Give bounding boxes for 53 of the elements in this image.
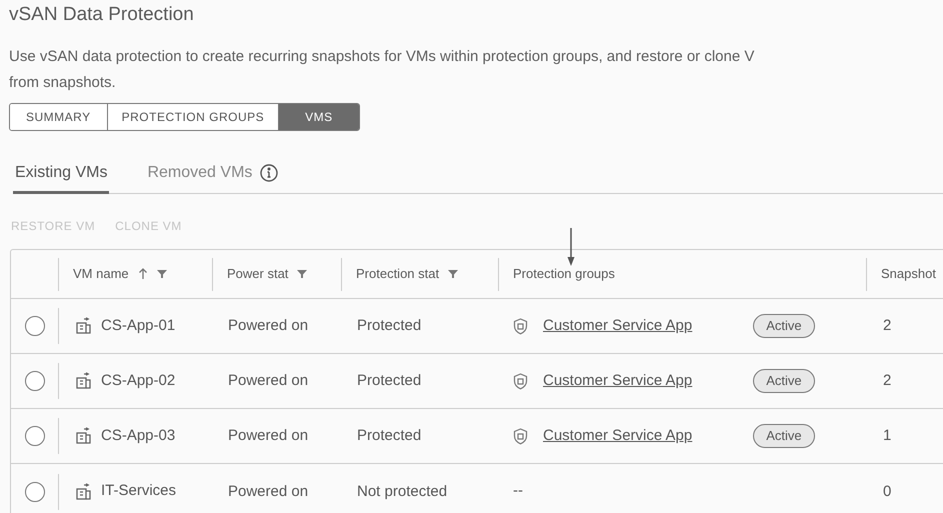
status-badge: Active	[753, 424, 815, 448]
description-text: from snapshots.	[9, 73, 117, 93]
snapshot-count: 2	[883, 372, 892, 389]
vm-icon	[75, 482, 93, 500]
shield-icon	[513, 372, 528, 390]
vm-icon	[75, 372, 93, 390]
status-badge: Active	[753, 314, 815, 338]
group-link[interactable]: Customer Service App	[543, 314, 692, 338]
group-link[interactable]: Customer Service App	[543, 370, 692, 392]
vm-name: IT-Services	[101, 481, 176, 502]
shield-icon	[513, 318, 528, 334]
protection-state: Protected	[357, 372, 422, 389]
column-header[interactable]: Protection groups	[513, 264, 615, 284]
vm-icon	[75, 427, 93, 445]
filter-icon[interactable]	[297, 269, 308, 279]
snapshot-count: 0	[883, 482, 892, 500]
column-header[interactable]: Power stat	[227, 264, 288, 284]
empty-value: --	[513, 481, 523, 502]
sort-up-icon[interactable]	[138, 268, 148, 280]
filter-icon[interactable]	[156, 269, 167, 279]
segment-tab[interactable]: VMS	[278, 104, 359, 130]
filter-icon[interactable]	[448, 269, 458, 279]
group-link[interactable]: Customer Service App	[543, 424, 692, 448]
info-icon[interactable]	[260, 164, 278, 182]
column-header[interactable]: VM name	[73, 264, 129, 284]
view-tab[interactable]: Existing VMs	[13, 161, 110, 194]
down-arrow-drawing	[566, 228, 576, 266]
row-radio[interactable]	[24, 482, 44, 502]
row-radio[interactable]	[24, 426, 44, 446]
power-state: Powered on	[228, 372, 308, 389]
segment-tab[interactable]: PROTECTION GROUPS	[106, 104, 278, 130]
vm-name: CS-App-02	[101, 370, 176, 391]
vm-name: CS-App-01	[101, 316, 176, 336]
power-state: Powered on	[228, 482, 308, 500]
protection-state: Protected	[357, 427, 422, 444]
page-title: vSAN Data Protection	[9, 3, 195, 27]
shield-icon	[513, 428, 528, 444]
status-badge: Active	[753, 369, 815, 393]
row-radio[interactable]	[24, 371, 44, 391]
power-state: Powered on	[228, 317, 308, 334]
snapshot-count: 2	[883, 317, 892, 334]
description-text: Use vSAN data protection to create recurring snapshots for VMs within protection groups, and restore or clone V	[9, 47, 756, 67]
vm-name: CS-App-03	[101, 426, 176, 446]
protection-state: Protected	[357, 317, 422, 334]
view-tab[interactable]: Removed VMs	[145, 161, 280, 194]
column-header[interactable]: Snapshot	[881, 264, 936, 284]
row-radio[interactable]	[24, 316, 44, 336]
power-state: Powered on	[228, 427, 308, 444]
vm-icon	[75, 317, 93, 335]
segment-tab[interactable]: SUMMARY	[10, 104, 107, 130]
snapshot-count: 1	[883, 427, 892, 444]
column-header[interactable]: Protection stat	[356, 264, 440, 284]
protection-state: Not protected	[357, 482, 448, 500]
